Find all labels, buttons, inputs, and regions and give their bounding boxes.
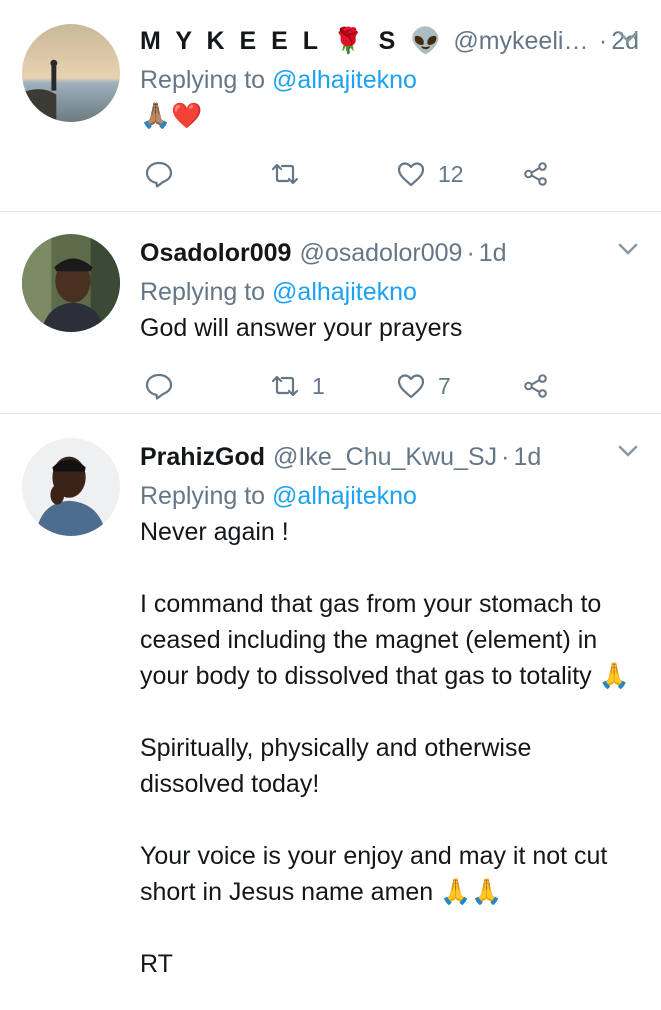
tweet-text: Never again ! I command that gas from yo…	[140, 518, 630, 978]
replying-to-label: Replying to	[140, 482, 266, 510]
tweet-header: PrahizGod @Ike_Chu_Kwu_SJ · 1d	[140, 436, 639, 478]
retweet-button[interactable]: 1	[270, 371, 396, 401]
tweet-text: God will answer your prayers	[140, 314, 463, 342]
like-button[interactable]: 12	[396, 159, 522, 189]
mention-link[interactable]: @alhajitekno	[272, 66, 417, 94]
replying-to-label: Replying to	[140, 66, 266, 94]
separator: ·	[598, 26, 608, 55]
separator: ·	[501, 442, 510, 471]
heart-icon	[397, 162, 425, 187]
share-button[interactable]	[522, 371, 562, 401]
avatar[interactable]	[22, 234, 120, 332]
tweet-text: 🙏🏽❤️	[140, 102, 203, 130]
username[interactable]: @Ike_Chu_Kwu_SJ	[273, 443, 497, 472]
avatar-photo-icon	[22, 24, 120, 122]
tweet[interactable]: Osadolor009 @osadolor009 · 1d Replying t…	[0, 212, 661, 414]
username[interactable]: @osadolor009	[299, 239, 462, 268]
avatar[interactable]	[22, 438, 120, 536]
like-count: 7	[438, 372, 451, 399]
retweet-icon	[271, 163, 299, 185]
avatar[interactable]	[22, 24, 120, 122]
chevron-down-icon[interactable]	[617, 242, 639, 256]
timestamp[interactable]: 1d	[479, 239, 507, 268]
retweet-button[interactable]	[270, 159, 396, 189]
mention-link[interactable]: @alhajitekno	[272, 278, 417, 306]
avatar-photo-icon	[22, 234, 120, 332]
display-name[interactable]: M Y K E E L 🌹 S 👽	[140, 27, 445, 56]
reply-button[interactable]	[144, 159, 270, 189]
replying-to: Replying to @alhajitekno	[140, 478, 639, 514]
tweet-header: Osadolor009 @osadolor009 · 1d	[140, 232, 639, 274]
replying-to-label: Replying to	[140, 278, 266, 306]
display-name[interactable]: PrahizGod	[140, 443, 265, 472]
reply-icon	[145, 373, 173, 400]
chevron-down-icon[interactable]	[617, 30, 639, 44]
action-bar: 12	[144, 134, 639, 214]
reply-icon	[145, 161, 173, 188]
like-button[interactable]: 7	[396, 371, 522, 401]
tweet[interactable]: PrahizGod @Ike_Chu_Kwu_SJ · 1d Replying …	[0, 414, 661, 982]
retweet-count: 1	[312, 372, 325, 399]
share-icon	[524, 162, 547, 186]
username[interactable]: @mykeelis...	[453, 27, 595, 56]
mention-link[interactable]: @alhajitekno	[272, 482, 417, 510]
separator: ·	[466, 238, 475, 267]
timestamp[interactable]: 1d	[513, 443, 541, 472]
tweet-header: M Y K E E L 🌹 S 👽 @mykeelis... · 2d	[140, 20, 639, 62]
reply-button[interactable]	[144, 371, 270, 401]
avatar-photo-icon	[22, 438, 120, 536]
chevron-down-icon[interactable]	[617, 444, 639, 458]
replying-to: Replying to @alhajitekno	[140, 274, 639, 310]
replying-to: Replying to @alhajitekno	[140, 62, 639, 98]
heart-icon	[397, 374, 425, 399]
like-count: 12	[438, 160, 464, 187]
tweet[interactable]: M Y K E E L 🌹 S 👽 @mykeelis... · 2d Repl…	[0, 0, 661, 212]
display-name[interactable]: Osadolor009	[140, 239, 291, 268]
share-button[interactable]	[522, 159, 562, 189]
retweet-icon	[271, 375, 299, 397]
share-icon	[524, 374, 547, 398]
